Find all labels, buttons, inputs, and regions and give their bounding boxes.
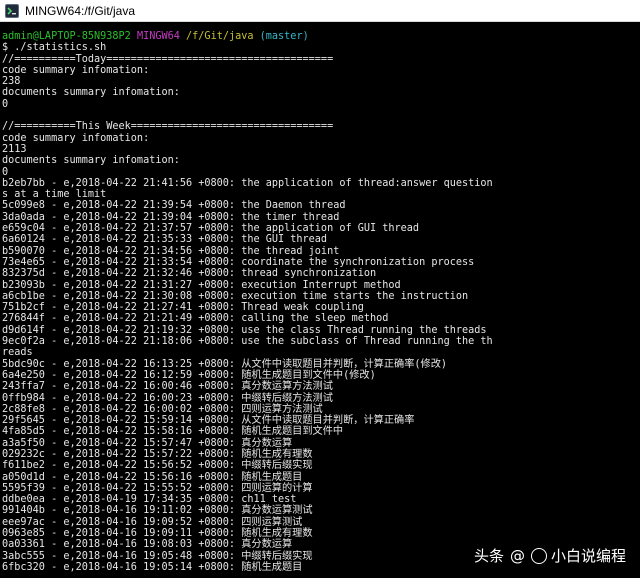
output-line: d9d614f - e,2018-04-22 21:19:32 +0800: u… — [2, 324, 487, 336]
output-line: 3da0ada - e,2018-04-22 21:39:04 +0800: t… — [2, 211, 340, 223]
prompt-line: admin@LAPTOP-85N938P2 MINGW64 /f/Git/jav… — [2, 31, 640, 42]
output-line: 6a60124 - e,2018-04-22 21:35:33 +0800: t… — [2, 234, 328, 246]
output-line: ddbe0ea - e,2018-04-19 17:34:35 +0800: c… — [2, 494, 297, 506]
output-line: 5bdc90c - e,2018-04-22 16:13:25 +0800: 从… — [2, 358, 448, 370]
watermark-brand: 头条 — [473, 547, 504, 565]
output-line: documents summary infomation: — [2, 87, 180, 99]
output-line: 832375d - e,2018-04-22 21:32:46 +0800: t… — [2, 268, 377, 280]
output-line: 5595f39 - e,2018-04-22 15:55:52 +0800: 四… — [2, 482, 313, 494]
output-line: 29f5645 - e,2018-04-22 15:59:14 +0800: 从… — [2, 415, 415, 427]
output-line: 751b2cf - e,2018-04-22 21:27:41 +0800: T… — [2, 302, 364, 314]
output-line: 6a4e250 - e,2018-04-22 16:12:59 +0800: 随… — [2, 369, 376, 381]
output-line: s at a time limit — [2, 189, 107, 201]
output-line: 5c099e8 - e,2018-04-22 21:39:54 +0800: t… — [2, 200, 346, 212]
prompt-branch: (master) — [259, 31, 309, 42]
output-line: 991404b - e,2018-04-16 19:11:02 +0800: 真… — [2, 505, 313, 517]
command-line: $ ./statistics.sh — [2, 42, 107, 54]
output-line: 0 — [2, 166, 9, 178]
output-line: 4fa85d5 - e,2018-04-22 15:58:16 +0800: 随… — [2, 426, 344, 438]
output-line: eee97ac - e,2018-04-16 19:09:52 +0800: 四… — [2, 516, 303, 528]
watermark: 头条 @ 小白说编程 — [474, 545, 626, 566]
output-line: 9ec0f2a - e,2018-04-22 21:18:06 +0800: u… — [2, 336, 493, 348]
watermark-account: 小白说编程 — [550, 547, 626, 565]
output-line: 0 — [2, 98, 9, 110]
output-line: reads — [2, 347, 33, 359]
output-line: //==========This Week===================… — [2, 121, 334, 133]
output-line: 276844f - e,2018-04-22 21:21:49 +0800: c… — [2, 313, 389, 325]
output-line: e659c04 - e,2018-04-22 21:37:57 +0800: t… — [2, 223, 420, 235]
output-line: 0ffb984 - e,2018-04-22 16:00:23 +0800: 中… — [2, 392, 333, 404]
output-line: 243ffa7 - e,2018-04-22 16:00:46 +0800: 真… — [2, 381, 333, 393]
terminal-output[interactable]: admin@LAPTOP-85N938P2 MINGW64 /f/Git/jav… — [0, 23, 640, 578]
output-lines: //==========Today=======================… — [2, 54, 640, 574]
output-line: b590070 - e,2018-04-22 21:34:56 +0800: t… — [2, 245, 340, 257]
output-line: b2eb7bb - e,2018-04-22 21:41:56 +0800: t… — [2, 177, 493, 189]
prompt-env: MINGW64 — [136, 31, 180, 42]
output-line: a050d1d - e,2018-04-22 15:56:16 +0800: 随… — [2, 471, 303, 483]
prompt-user-host: admin@LAPTOP-85N938P2 — [2, 31, 131, 42]
mingw-terminal-icon — [5, 3, 19, 18]
watermark-separator: @ — [509, 546, 525, 565]
output-line: 2113 — [2, 143, 27, 155]
prompt-path: /f/Git/java — [186, 31, 254, 42]
output-line: a3a5f50 - e,2018-04-22 15:57:47 +0800: 真… — [2, 437, 293, 449]
window-title: MINGW64:/f/Git/java — [25, 3, 136, 18]
output-line: 2c88fe8 - e,2018-04-22 16:00:02 +0800: 四… — [2, 403, 323, 415]
output-line: code summary infomation: — [2, 132, 150, 144]
output-line: b23093b - e,2018-04-22 21:31:27 +0800: e… — [2, 279, 401, 291]
output-line: 029232c - e,2018-04-22 15:57:22 +0800: 随… — [2, 448, 313, 460]
output-line: code summary infomation: — [2, 64, 150, 76]
window-titlebar: MINGW64:/f/Git/java — [0, 0, 640, 22]
smiley-icon — [530, 547, 547, 564]
output-line: 0963e85 - e,2018-04-16 19:09:11 +0800: 随… — [2, 528, 313, 540]
output-line: 73e4e65 - e,2018-04-22 21:33:54 +0800: c… — [2, 256, 475, 268]
output-line: documents summary infomation: — [2, 155, 180, 167]
output-line: //==========Today=======================… — [2, 53, 334, 65]
output-line: f611be2 - e,2018-04-22 15:56:52 +0800: 中… — [2, 460, 313, 472]
output-line: 238 — [2, 76, 21, 88]
output-line: a6cb1be - e,2018-04-22 21:30:08 +0800: e… — [2, 290, 469, 302]
